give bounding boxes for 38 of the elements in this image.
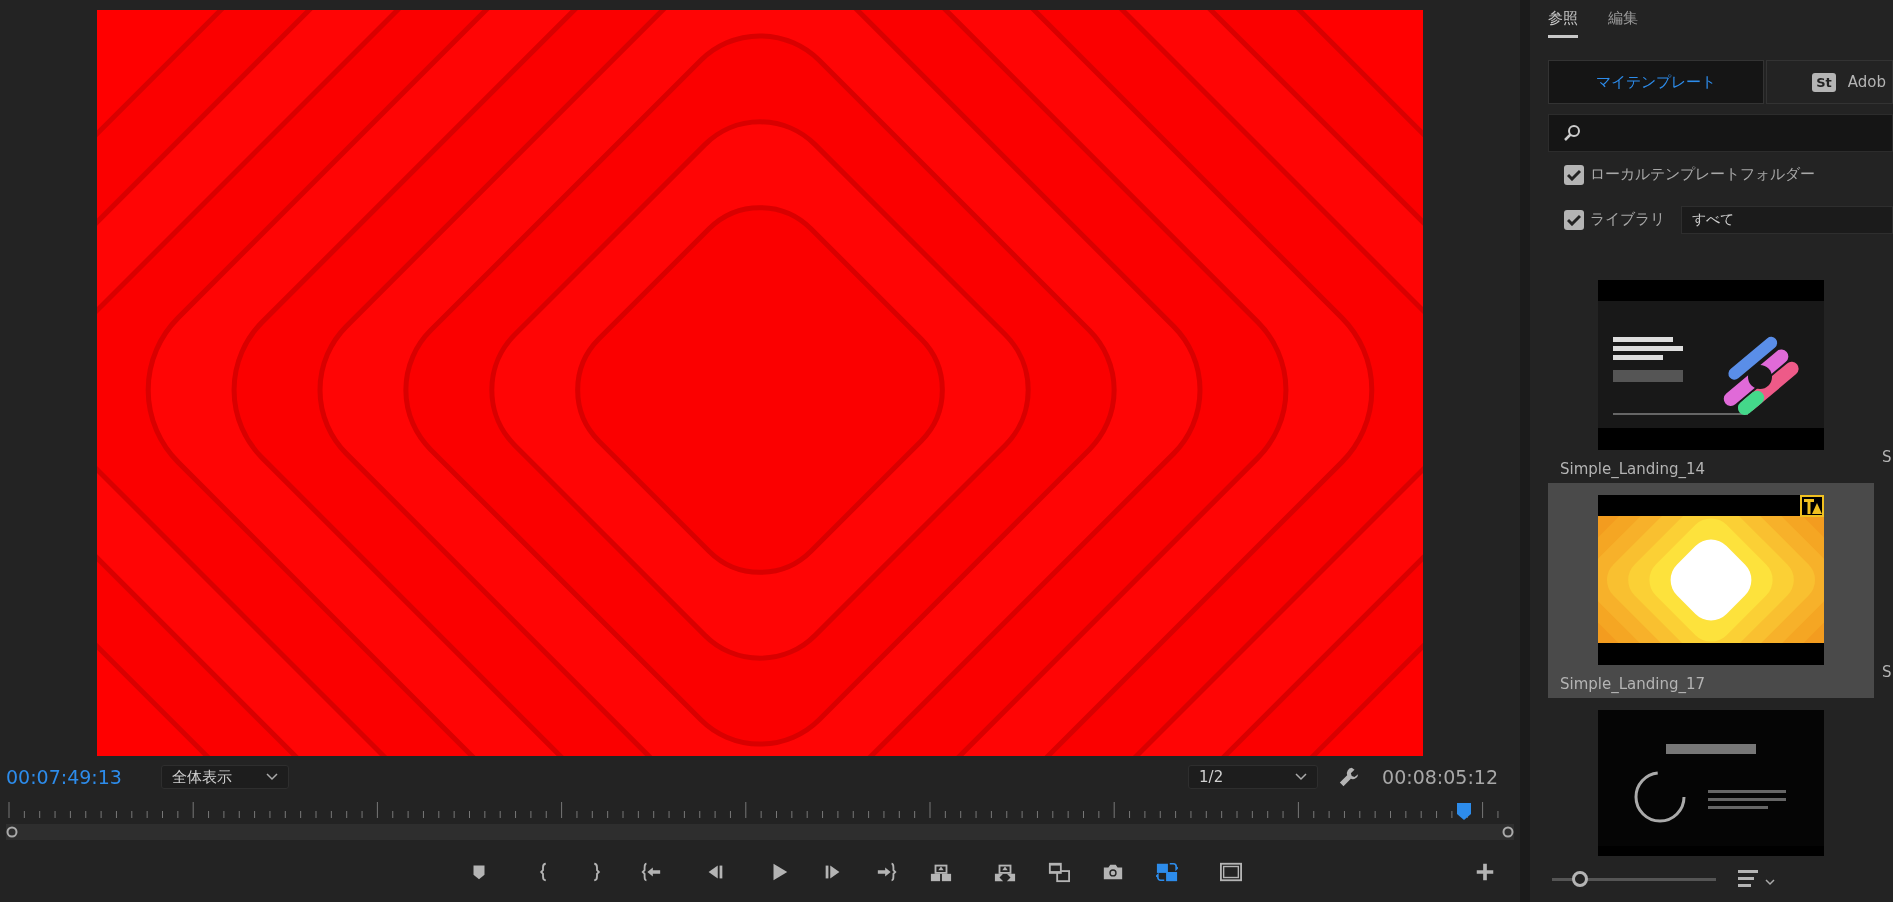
resolution-dropdown[interactable]: 1/2	[1188, 765, 1319, 789]
source-label: Adob	[1847, 73, 1886, 91]
current-timecode[interactable]: 00:07:49:13	[6, 766, 161, 788]
source-label: マイテンプレート	[1596, 72, 1717, 92]
playhead-marker[interactable]	[1456, 802, 1473, 822]
panel-tab[interactable]: 編集	[1608, 8, 1638, 38]
out-point-handle[interactable]	[1502, 826, 1514, 838]
stock-badge: St	[1812, 72, 1836, 92]
arrow-brace-right-icon[interactable]	[876, 861, 898, 883]
caret-icon	[1295, 773, 1308, 781]
wrench-icon[interactable]	[1338, 766, 1361, 788]
search-field[interactable]	[1548, 114, 1893, 152]
squares-swap-icon[interactable]	[1156, 861, 1178, 883]
zoom-dropdown[interactable]: 全体表示	[161, 765, 289, 789]
thumbnail-size-slider[interactable]	[1552, 871, 1716, 887]
template-name: S	[1882, 663, 1892, 683]
frame-icon[interactable]	[1220, 861, 1242, 883]
slider-thumb[interactable]	[1571, 871, 1588, 887]
caret-icon	[266, 773, 278, 781]
add-icon[interactable]	[1474, 861, 1496, 883]
checkbox-label: ローカルテンプレートフォルダー	[1590, 165, 1815, 184]
duration-timecode: 00:08:05:12	[1382, 766, 1498, 788]
brace-arrow-left-icon[interactable]	[640, 861, 662, 883]
source-tab[interactable]: St Adob	[1766, 60, 1893, 104]
template-name: Simple_Landing_14	[1560, 460, 1706, 478]
checkbox[interactable]	[1564, 164, 1584, 185]
template-name: S	[1882, 448, 1892, 468]
missing-font-warning-icon	[1800, 495, 1824, 517]
panel-tab[interactable]: 参照	[1548, 8, 1578, 38]
checkbox-label: ライブラリ	[1590, 210, 1665, 229]
source-tab[interactable]: マイテンプレート	[1548, 60, 1765, 104]
template-name: Simple_Landing_17	[1560, 675, 1706, 693]
search-icon	[1563, 124, 1581, 142]
checkbox[interactable]	[1564, 209, 1584, 230]
in-point-handle[interactable]	[6, 826, 18, 838]
template-tile[interactable]: Simple_Landing_17	[1548, 483, 1874, 698]
film-strip-icon[interactable]	[1048, 861, 1070, 883]
library-dropdown[interactable]: すべて	[1681, 205, 1893, 234]
